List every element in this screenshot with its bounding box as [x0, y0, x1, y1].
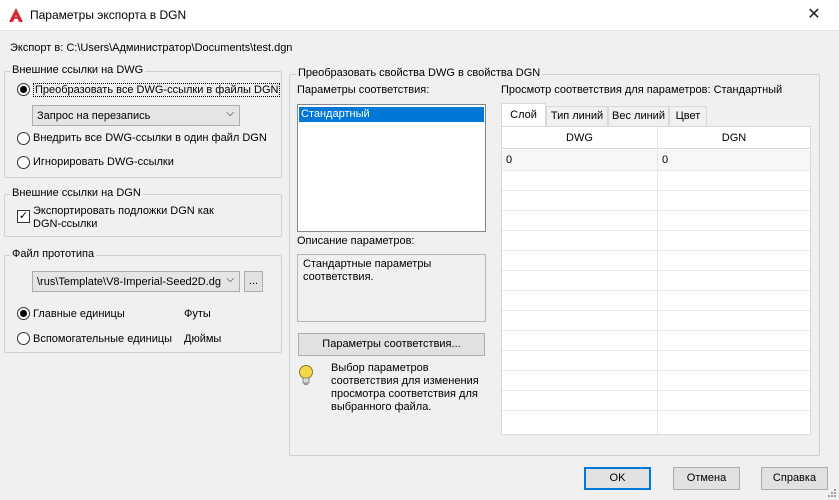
- grid-line: [502, 410, 810, 411]
- ignore-dwg-label[interactable]: Игнорировать DWG-ссылки: [33, 156, 174, 168]
- column-header-dgn[interactable]: DGN: [658, 127, 810, 149]
- grid-line: [502, 350, 810, 351]
- mapping-setups-button[interactable]: Параметры соответствия...: [298, 333, 485, 356]
- table-cell-dgn: 0: [662, 154, 669, 166]
- setups-list[interactable]: Стандартный: [297, 104, 486, 232]
- hint-text: Выбор параметров соответствия для измене…: [331, 362, 479, 413]
- overwrite-combo-value: Запрос на перезапись: [37, 110, 151, 122]
- tab-color[interactable]: Цвет: [669, 106, 707, 126]
- lightbulb-icon: [299, 365, 313, 385]
- grid-line: [502, 310, 810, 311]
- resize-grip-icon[interactable]: [827, 488, 837, 498]
- list-item[interactable]: Стандартный: [299, 107, 484, 122]
- sub-units-value: Дюймы: [184, 333, 222, 345]
- overwrite-combo[interactable]: Запрос на перезапись ⌵: [32, 105, 240, 126]
- window-title: Параметры экспорта в DGN: [30, 8, 187, 22]
- sub-units-label[interactable]: Вспомогательные единицы: [33, 333, 172, 345]
- grid-line: [502, 290, 810, 291]
- setups-label: Параметры соответствия:: [297, 84, 430, 96]
- convert-all-radio[interactable]: [17, 83, 30, 96]
- description-box: Стандартные параметры соответствия.: [297, 254, 486, 322]
- tab-lineweight[interactable]: Вес линий: [608, 106, 669, 126]
- export-underlays-label-line1[interactable]: Экспортировать подложки DGN как: [33, 205, 214, 217]
- prototype-file-combo[interactable]: \rus\Template\V8-Imperial-Seed2D.dgn ⌵: [32, 271, 240, 292]
- close-icon[interactable]: ✕: [800, 4, 828, 28]
- chevron-down-icon: ⌵: [226, 108, 234, 119]
- preview-label: Просмотр соответствия для параметров: Ст…: [501, 84, 783, 96]
- prototype-file-value: \rus\Template\V8-Imperial-Seed2D.dgn: [37, 276, 221, 288]
- description-text: Стандартные параметры соответствия.: [303, 258, 432, 283]
- export-path-label: Экспорт в: C:\Users\Администратор\Docume…: [10, 42, 293, 54]
- embed-all-label[interactable]: Внедрить все DWG-ссылки в один файл DGN: [33, 132, 267, 144]
- table-row[interactable]: 0 0: [502, 150, 810, 170]
- prototype-legend: Файл прототипа: [10, 248, 97, 260]
- description-label: Описание параметров:: [297, 235, 415, 247]
- browse-button[interactable]: ...: [244, 271, 263, 292]
- sub-units-radio[interactable]: [17, 332, 30, 345]
- master-units-label[interactable]: Главные единицы: [33, 308, 125, 320]
- help-button[interactable]: Справка: [761, 467, 828, 490]
- autocad-logo-icon: [9, 8, 23, 22]
- tab-linetype[interactable]: Тип линий: [546, 106, 608, 126]
- ok-button[interactable]: OK: [584, 467, 651, 490]
- cancel-button[interactable]: Отмена: [673, 467, 740, 490]
- chevron-down-icon: ⌵: [226, 274, 234, 285]
- dwg-refs-legend: Внешние ссылки на DWG: [10, 64, 146, 76]
- grid-line: [502, 230, 810, 231]
- export-underlays-checkbox[interactable]: ✓: [17, 210, 30, 223]
- embed-all-radio[interactable]: [17, 132, 30, 145]
- grid-line: [502, 190, 810, 191]
- convert-all-label[interactable]: Преобразовать все DWG-ссылки в файлы DGN: [33, 83, 281, 97]
- column-header-dwg[interactable]: DWG: [502, 127, 658, 149]
- master-units-value: Футы: [184, 308, 211, 320]
- mapping-grid[interactable]: DWG DGN 0 0: [501, 126, 811, 435]
- grid-line: [502, 210, 810, 211]
- grid-line: [502, 170, 810, 171]
- mapping-legend: Преобразовать свойства DWG в свойства DG…: [296, 67, 543, 79]
- export-underlays-label-line2[interactable]: DGN-ссылки: [33, 218, 97, 230]
- grid-line: [502, 250, 810, 251]
- grid-line: [502, 390, 810, 391]
- grid-line: [502, 330, 810, 331]
- grid-line: [502, 370, 810, 371]
- grid-line: [502, 270, 810, 271]
- grid-divider: [657, 149, 658, 434]
- master-units-radio[interactable]: [17, 307, 30, 320]
- ignore-dwg-radio[interactable]: [17, 156, 30, 169]
- dgn-refs-legend: Внешние ссылки на DGN: [10, 187, 143, 199]
- tab-layer[interactable]: Слой: [501, 103, 546, 127]
- table-cell-dwg: 0: [506, 154, 513, 166]
